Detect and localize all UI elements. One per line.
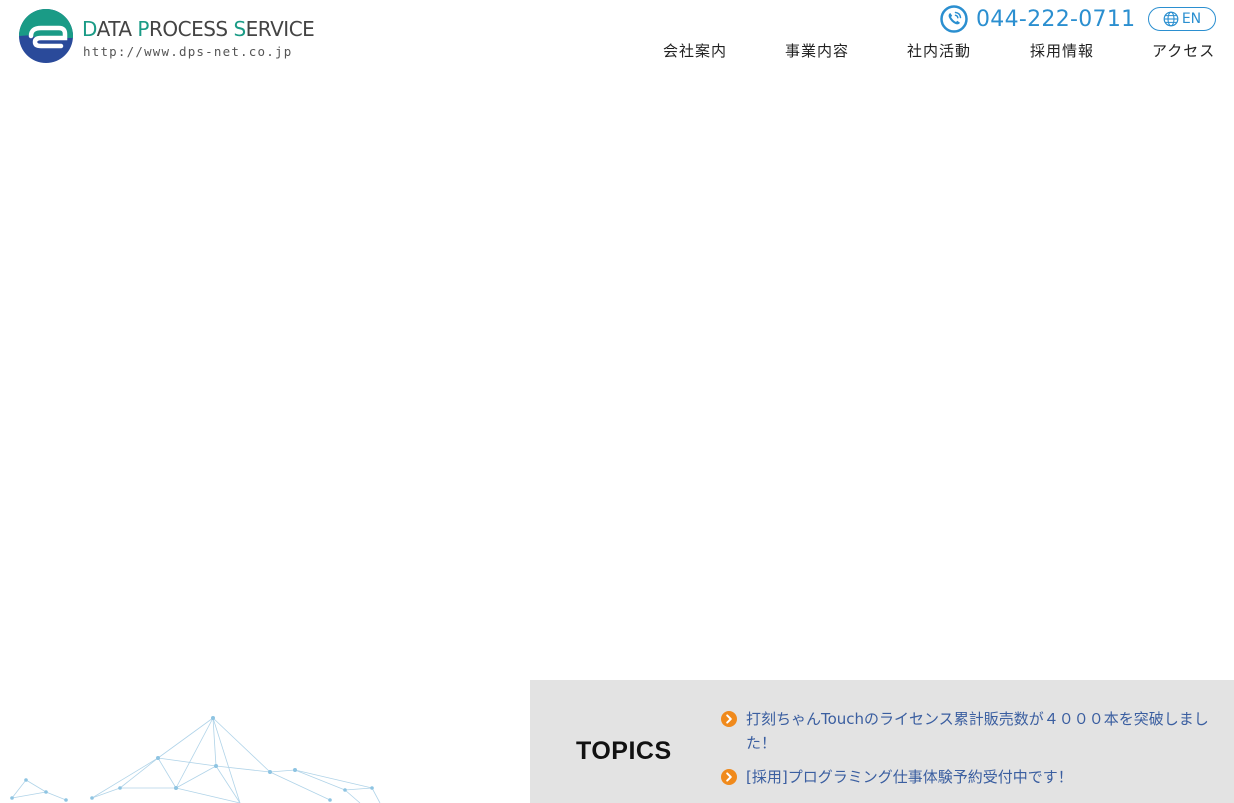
company-name: DATA PROCESS SERVICE xyxy=(82,17,315,41)
phone-link[interactable]: 044-222-0711 xyxy=(940,4,1135,34)
topics-title: TOPICS xyxy=(576,737,672,765)
page: DATA PROCESS SERVICE http://www.dps-net.… xyxy=(0,0,1234,803)
topic-item: [採用]プログラミング仕事体験予約受付中です！ xyxy=(721,765,1229,789)
language-label: EN xyxy=(1181,11,1202,27)
topic-link[interactable]: [採用]プログラミング仕事体験予約受付中です！ xyxy=(746,765,1229,789)
main-nav: 会社案内 事業内容 社内活動 採用情報 アクセス xyxy=(0,40,1234,62)
topic-link[interactable]: 打刻ちゃんTouchのライセンス累計販売数が４０００本を突破しました！ xyxy=(746,707,1229,755)
topic-item: 打刻ちゃんTouchのライセンス累計販売数が４０００本を突破しました！ xyxy=(721,707,1229,755)
chevron-right-circle-icon xyxy=(721,769,737,785)
chevron-right-circle-icon xyxy=(721,711,737,727)
nav-item-recruit[interactable]: 採用情報 xyxy=(1030,40,1094,62)
topics-section: TOPICS 打刻ちゃんTouchのライセンス累計販売数が４０００本を突破しまし… xyxy=(530,680,1234,803)
nav-item-access[interactable]: アクセス xyxy=(1152,40,1215,62)
phone-icon xyxy=(940,5,968,33)
hero-area xyxy=(0,80,1234,670)
nav-item-business[interactable]: 事業内容 xyxy=(785,40,849,62)
phone-number: 044-222-0711 xyxy=(976,6,1136,32)
nav-item-activities[interactable]: 社内活動 xyxy=(907,40,971,62)
globe-icon xyxy=(1163,11,1179,27)
topics-list: 打刻ちゃんTouchのライセンス累計販売数が４０００本を突破しました！ [採用]… xyxy=(721,707,1229,799)
network-decoration xyxy=(10,716,381,803)
language-en-button[interactable]: EN xyxy=(1148,7,1216,31)
nav-item-company[interactable]: 会社案内 xyxy=(663,40,727,62)
